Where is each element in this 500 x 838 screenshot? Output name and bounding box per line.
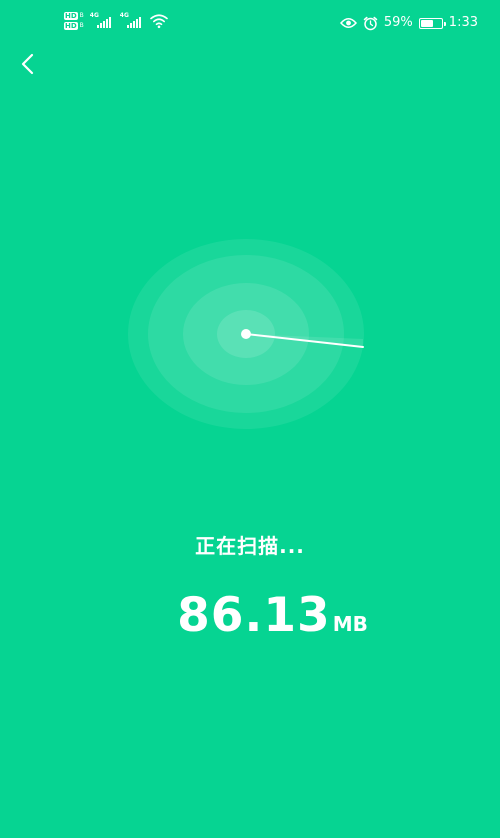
hd-badge-icon: HD B: [64, 22, 84, 30]
hd-badge-stack: HD B HD B: [64, 12, 84, 30]
battery-icon: [418, 17, 446, 29]
hd-badge-icon: HD B: [64, 12, 84, 20]
signal-bars: [126, 17, 141, 28]
back-button[interactable]: [12, 48, 44, 80]
wifi-icon: [149, 14, 168, 29]
hd-badge-label: HD: [64, 12, 78, 20]
scan-status-text: 正在扫描...: [195, 534, 305, 558]
signal-icon: 4G: [120, 13, 144, 29]
alarm-icon: [363, 16, 378, 30]
eye-icon: [339, 18, 357, 28]
status-right-group: 59% 1:33: [339, 14, 478, 32]
scanned-size: 86.13 MB: [0, 588, 500, 643]
chevron-left-icon: [21, 53, 34, 75]
hd-badge-sub: B: [79, 12, 84, 19]
radar-icon: [128, 239, 364, 429]
signal-bars: [96, 17, 111, 28]
battery-fill: [420, 19, 433, 27]
battery-percent: 59%: [383, 15, 413, 30]
hd-badge-label: HD: [64, 22, 78, 30]
scanned-size-unit: MB: [332, 612, 368, 636]
radar-center-dot: [241, 329, 251, 339]
signal-icon: 4G: [90, 13, 114, 29]
status-bar: HD B HD B 4G 4G 59% 1:33: [0, 0, 500, 46]
hd-badge-sub: B: [79, 22, 84, 29]
status-time: 1:33: [448, 15, 478, 30]
status-left-group: HD B HD B 4G 4G: [64, 12, 168, 30]
scanned-size-value: 86.13: [177, 588, 331, 643]
